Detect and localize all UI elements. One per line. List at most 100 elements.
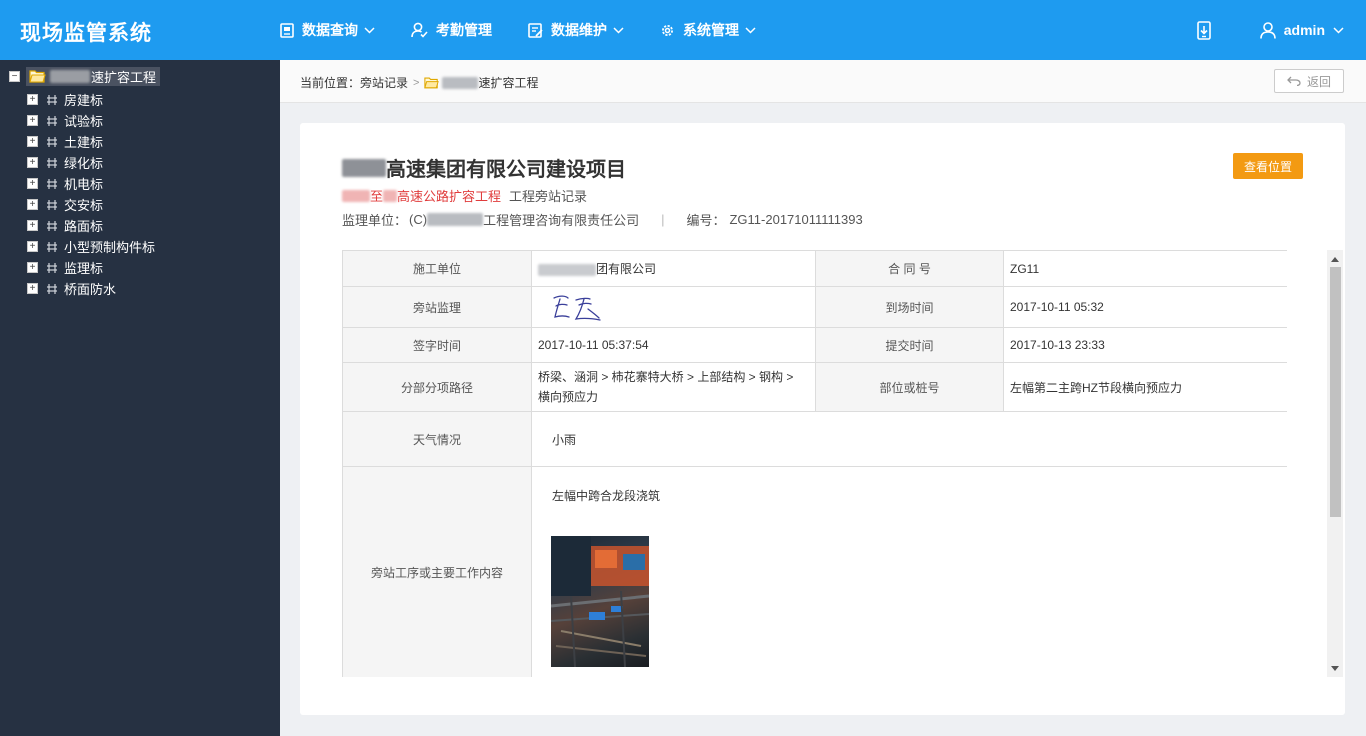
user-check-icon [411, 22, 428, 38]
tree-item[interactable]: + 交安标 [27, 194, 155, 215]
table-row: 分部分项路径 桥梁、涵洞 > 柿花寨特大桥 > 上部结构 > 钢构 > 横向预应… [342, 362, 1287, 412]
site-photo[interactable] [551, 536, 649, 667]
tree-node-icon [47, 220, 57, 231]
tree-item[interactable]: + 监理标 [27, 257, 155, 278]
back-button[interactable]: 返回 [1274, 69, 1344, 93]
weather-label: 天气情况 [342, 411, 532, 467]
nav-attendance-label: 考勤管理 [436, 22, 492, 38]
tree-item-label: 路面标 [64, 219, 104, 234]
tree-item[interactable]: + 机电标 [27, 173, 155, 194]
record-number: ZG11-20171011111393 [729, 212, 863, 227]
table-row: 施工单位 团有限公司 合 同 号 ZG11 [342, 250, 1287, 287]
table-row: 旁站工序或主要工作内容 左幅中跨合龙段浇筑 [342, 466, 1287, 677]
arrival-label: 到场时间 [815, 286, 1004, 328]
breadcrumb-link-bystander[interactable]: 旁站记录 [360, 74, 408, 91]
tree-root: − 速扩容工程 [9, 66, 161, 86]
breadcrumb-prefix: 当前位置： [300, 76, 361, 90]
scrollbar-thumb[interactable] [1330, 267, 1341, 517]
record-table-viewport[interactable]: 施工单位 团有限公司 合 同 号 ZG11 旁站监理 到场时间 2017-10-… [342, 250, 1287, 677]
path-value-line2: 横向预应力 [538, 390, 599, 404]
tree-expand-toggle[interactable]: + [27, 136, 38, 147]
site-photo-image [551, 536, 649, 667]
mobile-download-button[interactable] [1194, 19, 1214, 41]
tree-item-label: 试验标 [64, 114, 104, 129]
scroll-up-arrow-icon[interactable] [1331, 257, 1339, 262]
folder-open-icon [424, 77, 440, 89]
signature-image [553, 295, 601, 321]
view-location-button[interactable]: 查看位置 [1233, 153, 1303, 179]
submit-value: 2017-10-13 23:33 [1003, 327, 1287, 363]
tree-item-label: 绿化标 [64, 156, 104, 171]
tree-expand-toggle[interactable]: + [27, 94, 38, 105]
tree-item[interactable]: + 土建标 [27, 131, 155, 152]
supervisor-prefix: 监理单位： [342, 213, 408, 228]
supervisor-label: 旁站监理 [342, 286, 532, 328]
weather-value: 小雨 [531, 411, 1287, 467]
tree-expand-toggle[interactable]: + [27, 283, 38, 294]
record-table: 施工单位 团有限公司 合 同 号 ZG11 旁站监理 到场时间 2017-10-… [342, 250, 1287, 677]
redacted-text [383, 189, 398, 202]
top-navbar: 现场监管系统 数据查询 考勤管理 数据维护 系统管理 admin [0, 0, 1366, 60]
tree-expand-toggle[interactable]: + [27, 220, 38, 231]
tree-expand-toggle[interactable]: + [27, 199, 38, 210]
supervisor-name: 工程管理咨询有限责任公司 [483, 213, 640, 228]
nav-system-management-label: 系统管理 [683, 22, 739, 38]
tree-item[interactable]: + 桥面防水 [27, 278, 155, 299]
table-row: 旁站监理 到场时间 2017-10-11 05:32 [342, 286, 1287, 328]
path-value: 桥梁、涵洞 > 柿花寨特大桥 > 上部结构 > 钢构 > 横向预应力 [531, 362, 816, 412]
redacted-text [538, 263, 596, 276]
sidebar: − 速扩容工程 + 房建标 + 试验标 + 土建标 + 绿化标 + 机电标 + 交安标 + 路面标 + 小型预… [0, 60, 280, 736]
tree-item[interactable]: + 绿化标 [27, 152, 155, 173]
breadcrumb-current: 速扩容工程 [478, 76, 539, 90]
table-row: 签字时间 2017-10-11 05:37:54 提交时间 2017-10-13… [342, 327, 1287, 363]
tree-collapse-toggle[interactable]: − [9, 70, 20, 82]
table-scrollbar[interactable] [1327, 250, 1343, 677]
tree-item[interactable]: + 试验标 [27, 110, 155, 131]
record-title: 高速集团有限公司建设项目 [342, 153, 626, 182]
nav-attendance[interactable]: 考勤管理 [411, 0, 492, 60]
chevron-down-icon [613, 26, 624, 34]
tree-node-icon [47, 241, 57, 252]
tree-expand-toggle[interactable]: + [27, 115, 38, 126]
tree-item[interactable]: + 小型预制构件标 [27, 236, 155, 257]
tree-expand-toggle[interactable]: + [27, 157, 38, 168]
tree-item-label: 房建标 [64, 93, 104, 108]
chevron-down-icon [364, 26, 375, 34]
tree-item[interactable]: + 路面标 [27, 215, 155, 236]
undo-arrow-icon [1287, 76, 1301, 86]
record-meta: 监理单位： (C) 工程管理咨询有限责任公司 | 编号： ZG11-201710… [342, 210, 863, 229]
project-name-part-a: 至 [370, 189, 384, 204]
table-row: 天气情况 小雨 [342, 411, 1287, 467]
project-name: 至 高速公路扩容工程 [342, 186, 501, 205]
tree-node-icon [47, 178, 57, 189]
nav-system-management[interactable]: 系统管理 [660, 0, 756, 60]
record-title-text: 高速集团有限公司建设项目 [386, 159, 626, 181]
tree-item-label: 机电标 [64, 177, 104, 192]
chevron-down-icon [745, 26, 756, 34]
tree-node-icon [47, 262, 57, 273]
construction-unit-label: 施工单位 [342, 250, 532, 287]
top-right-area: admin [1194, 0, 1366, 60]
tree-node-icon [47, 136, 57, 147]
tree-item[interactable]: + 房建标 [27, 89, 155, 110]
tree-expand-toggle[interactable]: + [27, 262, 38, 273]
nav-data-maintenance[interactable]: 数据维护 [528, 0, 624, 60]
mobile-download-icon [1196, 20, 1211, 40]
tree-node-icon [47, 94, 57, 105]
tree-expand-toggle[interactable]: + [27, 241, 38, 252]
tree-root-node[interactable]: 速扩容工程 [26, 66, 161, 86]
path-value-line1: 桥梁、涵洞 > 柿花寨特大桥 > 上部结构 > 钢构 > [538, 370, 794, 384]
work-value: 左幅中跨合龙段浇筑 [552, 489, 661, 503]
redacted-text [342, 158, 386, 177]
scroll-down-arrow-icon[interactable] [1331, 666, 1339, 671]
tree-item-label: 监理标 [64, 261, 104, 276]
tree-node-icon [47, 283, 57, 294]
folder-open-icon [29, 70, 46, 83]
redacted-text [342, 189, 370, 202]
user-menu[interactable]: admin [1259, 21, 1344, 39]
tree-expand-toggle[interactable]: + [27, 178, 38, 189]
construction-unit-value: 团有限公司 [596, 262, 657, 276]
record-type: 工程旁站记录 [509, 189, 588, 204]
nav-data-query[interactable]: 数据查询 [280, 0, 375, 60]
user-name: admin [1283, 22, 1325, 38]
